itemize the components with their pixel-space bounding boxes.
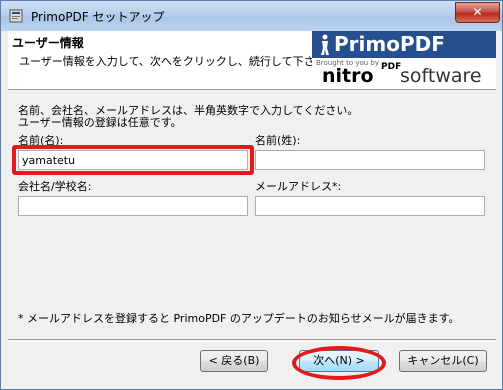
person-icon xyxy=(321,34,329,55)
company-field[interactable] xyxy=(18,196,248,216)
email-field[interactable] xyxy=(255,196,485,216)
logo-banner: PrimoPDF xyxy=(312,31,496,58)
software-text: software xyxy=(400,65,482,87)
back-button[interactable]: < 戻る(B) xyxy=(200,350,268,372)
email-label: メールアドレス*: xyxy=(255,180,342,193)
nitro-text: nitro xyxy=(322,65,374,87)
company-label: 会社名/学校名: xyxy=(18,180,92,193)
pdf-text: PDF xyxy=(381,62,402,72)
email-note: * メールアドレスを登録すると PrimoPDF のアップデートのお知らせメール… xyxy=(18,312,460,325)
header-title: ユーザー情報 xyxy=(12,36,84,50)
last-name-label: 名前(姓): xyxy=(255,134,301,147)
last-name-field[interactable] xyxy=(255,150,485,170)
cancel-button[interactable]: キャンセル(C) xyxy=(399,350,487,372)
setup-window: PrimoPDF セットアップ ✕ ユーザー情報 ユーザー情報を入力して、次へを… xyxy=(0,0,503,390)
intro-line-2: ユーザー情報の登録は任意です。 xyxy=(18,116,182,129)
window-title: PrimoPDF セットアップ xyxy=(31,10,165,24)
nitro-logo: Brought to you by nitro PDF software xyxy=(312,58,496,88)
title-bar[interactable]: PrimoPDF セットアップ ✕ xyxy=(1,1,502,31)
close-button[interactable]: ✕ xyxy=(455,2,500,23)
highlight-ellipse xyxy=(292,346,386,380)
button-separator xyxy=(8,339,496,342)
primopdf-logo: PrimoPDF Brought to you by nitro PDF sof… xyxy=(312,31,496,88)
wizard-header: ユーザー情報 ユーザー情報を入力して、次へをクリックし、続行して下さい。 Pri… xyxy=(8,31,496,90)
app-icon xyxy=(9,9,23,23)
close-icon: ✕ xyxy=(472,5,483,19)
header-subtitle: ユーザー情報を入力して、次へをクリックし、続行して下さい。 xyxy=(19,55,337,68)
highlight-box xyxy=(12,145,254,175)
logo-brand: PrimoPDF xyxy=(334,32,445,56)
